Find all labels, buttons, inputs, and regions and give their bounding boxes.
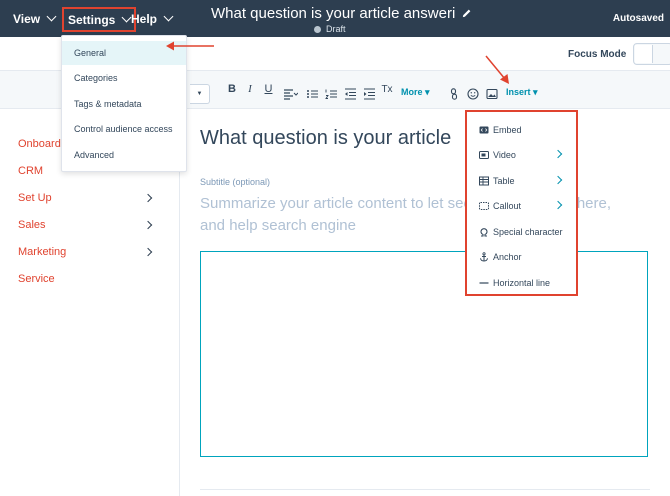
- annotation-arrow-left-icon: [166, 41, 214, 51]
- insert-item-special-character[interactable]: Special character: [467, 222, 576, 242]
- help-menu[interactable]: Help: [131, 0, 174, 37]
- article-title[interactable]: What question is your article answeri: [211, 5, 455, 22]
- sidebar-item-onboarding[interactable]: Onboardi: [18, 138, 63, 150]
- numbered-list-icon[interactable]: [325, 88, 337, 100]
- subtitle-label: Subtitle (optional): [200, 177, 271, 187]
- insert-item-label: Table: [493, 176, 515, 186]
- article-body-editor[interactable]: [200, 251, 648, 457]
- settings-menu-button[interactable]: Settings: [62, 7, 137, 32]
- more-button[interactable]: More ▾: [401, 87, 430, 98]
- pencil-icon[interactable]: [461, 8, 472, 19]
- focus-mode-toggle[interactable]: [633, 43, 670, 65]
- insert-item-label: Embed: [493, 125, 522, 135]
- insert-item-label: Callout: [493, 201, 522, 211]
- horizontal-line-icon: [479, 282, 489, 284]
- bullet-list-icon[interactable]: [306, 88, 318, 100]
- text-style-dropdown[interactable]: ▼: [190, 84, 210, 104]
- clear-format-button[interactable]: Tx: [381, 82, 392, 96]
- bold-button[interactable]: B: [227, 82, 237, 96]
- settings-dropdown: General Categories Tags & metadata Contr…: [61, 35, 187, 172]
- insert-button[interactable]: Insert ▾: [506, 87, 538, 98]
- anchor-icon: [480, 252, 488, 262]
- sidebar-item-marketing[interactable]: Marketing: [18, 246, 66, 258]
- autosave-status: Autosaved: [612, 13, 664, 24]
- settings-item-tags-metadata[interactable]: Tags & metadata: [62, 92, 186, 116]
- settings-menu-label: Settings: [68, 12, 116, 27]
- insert-item-label: Video: [493, 150, 516, 160]
- insert-item-label: Anchor: [493, 252, 522, 262]
- chevron-right-icon: [553, 175, 563, 185]
- help-menu-label: Help: [131, 11, 158, 26]
- chevron-right-icon: [553, 200, 563, 210]
- underline-button[interactable]: U: [264, 82, 273, 96]
- embed-icon: [479, 126, 489, 134]
- sidebar-item-sales[interactable]: Sales: [18, 219, 46, 231]
- outdent-icon[interactable]: [344, 88, 356, 100]
- toggle-knob: [635, 45, 653, 63]
- sidebar-item-service[interactable]: Service: [18, 273, 55, 285]
- article-title-area: What question is your article answeri Dr…: [211, 5, 472, 34]
- table-icon: [479, 176, 489, 186]
- status-dot-icon: [314, 25, 321, 33]
- chevron-down-icon: [163, 11, 174, 22]
- insert-item-embed[interactable]: Embed: [467, 120, 576, 140]
- annotation-arrow-down-icon: [485, 55, 509, 84]
- video-icon: [479, 151, 489, 159]
- image-icon[interactable]: [486, 88, 498, 100]
- link-icon[interactable]: [449, 88, 459, 100]
- article-heading[interactable]: What question is your article: [200, 127, 451, 150]
- insert-item-video[interactable]: Video: [467, 145, 576, 165]
- insert-item-table[interactable]: Table: [467, 171, 576, 191]
- insert-item-anchor[interactable]: Anchor: [467, 247, 576, 267]
- draft-status: Draft: [314, 24, 346, 34]
- settings-item-categories[interactable]: Categories: [62, 66, 186, 90]
- draft-status-label: Draft: [326, 24, 346, 34]
- chevron-right-icon: [553, 149, 563, 159]
- sidebar-item-set-up[interactable]: Set Up: [18, 192, 52, 204]
- insert-item-label: Horizontal line: [493, 278, 551, 288]
- indent-icon[interactable]: [363, 88, 375, 100]
- insert-item-horizontal-line[interactable]: Horizontal line: [467, 273, 576, 293]
- callout-icon: [479, 202, 489, 210]
- divider: [200, 489, 650, 490]
- chevron-down-icon: [46, 11, 57, 22]
- focus-mode-label: Focus Mode: [568, 49, 627, 60]
- settings-item-advanced[interactable]: Advanced: [62, 143, 186, 167]
- view-menu[interactable]: View: [13, 0, 57, 37]
- omega-icon: [480, 228, 488, 237]
- insert-item-callout[interactable]: Callout: [467, 196, 576, 216]
- sidebar-item-crm[interactable]: CRM: [18, 165, 43, 177]
- italic-button[interactable]: I: [246, 82, 254, 96]
- settings-item-audience-access[interactable]: Control audience access: [62, 117, 186, 141]
- align-icon[interactable]: [283, 88, 298, 100]
- insert-item-label: Special character: [493, 227, 563, 237]
- insert-dropdown: Embed Video Table Callout Special charac…: [465, 110, 578, 296]
- emoji-icon[interactable]: [467, 88, 479, 100]
- view-menu-label: View: [13, 11, 41, 26]
